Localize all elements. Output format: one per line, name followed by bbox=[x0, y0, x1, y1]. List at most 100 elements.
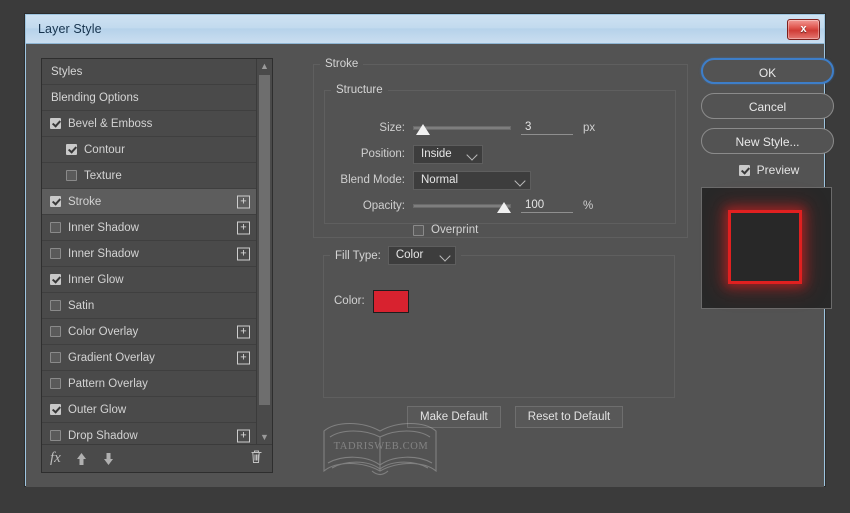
watermark-text: TADRISWEB.COM bbox=[334, 441, 429, 452]
make-default-button[interactable]: Make Default bbox=[407, 406, 501, 428]
style-item-label: Contour bbox=[84, 143, 125, 156]
fill-type-label: Fill Type: bbox=[335, 249, 381, 262]
scroll-up-arrow-icon[interactable]: ▲ bbox=[257, 59, 272, 73]
size-unit: px bbox=[583, 122, 596, 134]
style-list-item[interactable]: Gradient Overlay + bbox=[42, 345, 256, 371]
style-enable-checkbox[interactable] bbox=[50, 222, 61, 233]
move-up-icon[interactable] bbox=[75, 452, 88, 466]
preview-checkbox[interactable] bbox=[738, 164, 750, 176]
style-list-item[interactable]: Inner Shadow + bbox=[42, 215, 256, 241]
style-list-item[interactable]: Blending Options bbox=[42, 85, 256, 111]
move-down-icon[interactable] bbox=[102, 452, 115, 466]
opacity-slider-thumb[interactable] bbox=[497, 202, 511, 213]
style-list-item[interactable]: Texture bbox=[42, 163, 256, 189]
style-enable-checkbox[interactable] bbox=[50, 378, 61, 389]
new-style-button[interactable]: New Style... bbox=[701, 128, 834, 154]
style-list-item[interactable]: Stroke + bbox=[42, 189, 256, 215]
style-item-label: Blending Options bbox=[51, 91, 139, 104]
style-enable-checkbox[interactable] bbox=[66, 144, 77, 155]
opacity-unit: % bbox=[583, 200, 594, 212]
blend-mode-dropdown[interactable]: Normal bbox=[413, 170, 531, 190]
style-item-label: Gradient Overlay bbox=[68, 351, 155, 364]
style-list-item[interactable]: Inner Glow bbox=[42, 267, 256, 293]
add-effect-icon[interactable]: + bbox=[237, 429, 250, 442]
style-item-label: Texture bbox=[84, 169, 122, 182]
style-list-item[interactable]: Color Overlay + bbox=[42, 319, 256, 345]
color-label: Color: bbox=[334, 295, 365, 307]
blend-mode-row: Blend Mode: Normal bbox=[325, 170, 531, 190]
opacity-slider[interactable] bbox=[413, 197, 511, 215]
fill-type-group: Fill Type: Color Color: bbox=[323, 246, 675, 398]
size-row: Size: px bbox=[325, 118, 595, 138]
style-list-item[interactable]: Contour bbox=[42, 137, 256, 163]
layer-style-dialog: Layer Style x Styles Blending Options Beve… bbox=[25, 14, 834, 487]
style-enable-checkbox[interactable] bbox=[50, 300, 61, 311]
styles-footer-toolbar: fx bbox=[42, 444, 272, 472]
style-enable-checkbox[interactable] bbox=[50, 326, 61, 337]
scrollbar-thumb[interactable] bbox=[259, 75, 270, 405]
style-list-item[interactable]: Styles bbox=[42, 59, 256, 85]
delete-effect-icon[interactable] bbox=[250, 449, 263, 469]
style-enable-checkbox[interactable] bbox=[66, 170, 77, 181]
style-list-item[interactable]: Drop Shadow + bbox=[42, 423, 256, 444]
style-item-label: Inner Glow bbox=[68, 273, 124, 286]
scroll-down-arrow-icon[interactable]: ▼ bbox=[257, 430, 272, 444]
fill-type-dropdown[interactable]: Color bbox=[387, 246, 456, 265]
style-enable-checkbox[interactable] bbox=[50, 196, 61, 207]
styles-list[interactable]: Styles Blending Options Bevel & Emboss Cont… bbox=[42, 59, 256, 444]
position-row: Position: Inside bbox=[325, 144, 483, 164]
opacity-input[interactable] bbox=[521, 199, 573, 213]
structure-group: Structure Size: px Position: bbox=[324, 84, 676, 236]
style-item-label: Stroke bbox=[68, 195, 102, 208]
chevron-down-icon bbox=[466, 148, 478, 161]
style-list-item[interactable]: Satin bbox=[42, 293, 256, 319]
reset-to-default-button[interactable]: Reset to Default bbox=[514, 406, 624, 428]
preview-label: Preview bbox=[756, 163, 800, 177]
position-dropdown[interactable]: Inside bbox=[413, 144, 483, 164]
style-enable-checkbox[interactable] bbox=[50, 430, 61, 441]
fx-icon[interactable]: fx bbox=[50, 450, 61, 467]
position-label: Position: bbox=[360, 148, 405, 160]
style-item-label: Inner Shadow bbox=[68, 221, 139, 234]
styles-scrollbar[interactable]: ▲ ▼ bbox=[256, 59, 272, 444]
style-list-item[interactable]: Bevel & Emboss bbox=[42, 111, 256, 137]
style-enable-checkbox[interactable] bbox=[50, 404, 61, 415]
style-enable-checkbox[interactable] bbox=[50, 274, 61, 285]
style-item-label: Satin bbox=[68, 299, 95, 312]
style-list-item[interactable]: Inner Shadow + bbox=[42, 241, 256, 267]
position-value: Inside bbox=[421, 147, 452, 160]
overprint-row[interactable]: Overprint bbox=[413, 220, 478, 240]
size-label: Size: bbox=[379, 122, 405, 134]
fill-type-value: Color bbox=[395, 249, 424, 261]
style-enable-checkbox[interactable] bbox=[50, 352, 61, 363]
cancel-button[interactable]: Cancel bbox=[701, 93, 834, 119]
size-slider-thumb[interactable] bbox=[415, 124, 430, 135]
fill-type-legend: Fill Type: Color bbox=[330, 246, 461, 265]
default-buttons-row: Make Default Reset to Default bbox=[407, 406, 624, 428]
ok-button[interactable]: OK bbox=[701, 58, 834, 84]
style-enable-checkbox[interactable] bbox=[50, 248, 61, 259]
structure-group-title: Structure bbox=[336, 84, 383, 96]
title-bar: Layer Style x bbox=[26, 15, 824, 44]
add-effect-icon[interactable]: + bbox=[237, 221, 250, 234]
overprint-checkbox[interactable] bbox=[413, 224, 424, 236]
size-input[interactable] bbox=[521, 121, 573, 135]
style-list-item[interactable]: Pattern Overlay bbox=[42, 371, 256, 397]
add-effect-icon[interactable]: + bbox=[237, 195, 250, 208]
color-row: Color: bbox=[334, 289, 409, 313]
style-enable-checkbox[interactable] bbox=[50, 118, 61, 129]
style-list-item[interactable]: Outer Glow bbox=[42, 397, 256, 423]
add-effect-icon[interactable]: + bbox=[237, 351, 250, 364]
preview-thumbnail bbox=[701, 187, 832, 309]
preview-row[interactable]: Preview bbox=[701, 163, 837, 177]
preview-stroke-shape bbox=[728, 210, 802, 284]
color-swatch[interactable] bbox=[372, 289, 409, 313]
style-item-label: Pattern Overlay bbox=[68, 377, 148, 390]
size-slider[interactable] bbox=[413, 119, 511, 137]
close-icon: x bbox=[800, 23, 807, 35]
close-button[interactable]: x bbox=[787, 19, 820, 40]
dialog-actions: OK Cancel New Style... Preview bbox=[701, 58, 837, 309]
styles-panel: Styles Blending Options Bevel & Emboss Cont… bbox=[41, 58, 273, 473]
add-effect-icon[interactable]: + bbox=[237, 247, 250, 260]
add-effect-icon[interactable]: + bbox=[237, 325, 250, 338]
